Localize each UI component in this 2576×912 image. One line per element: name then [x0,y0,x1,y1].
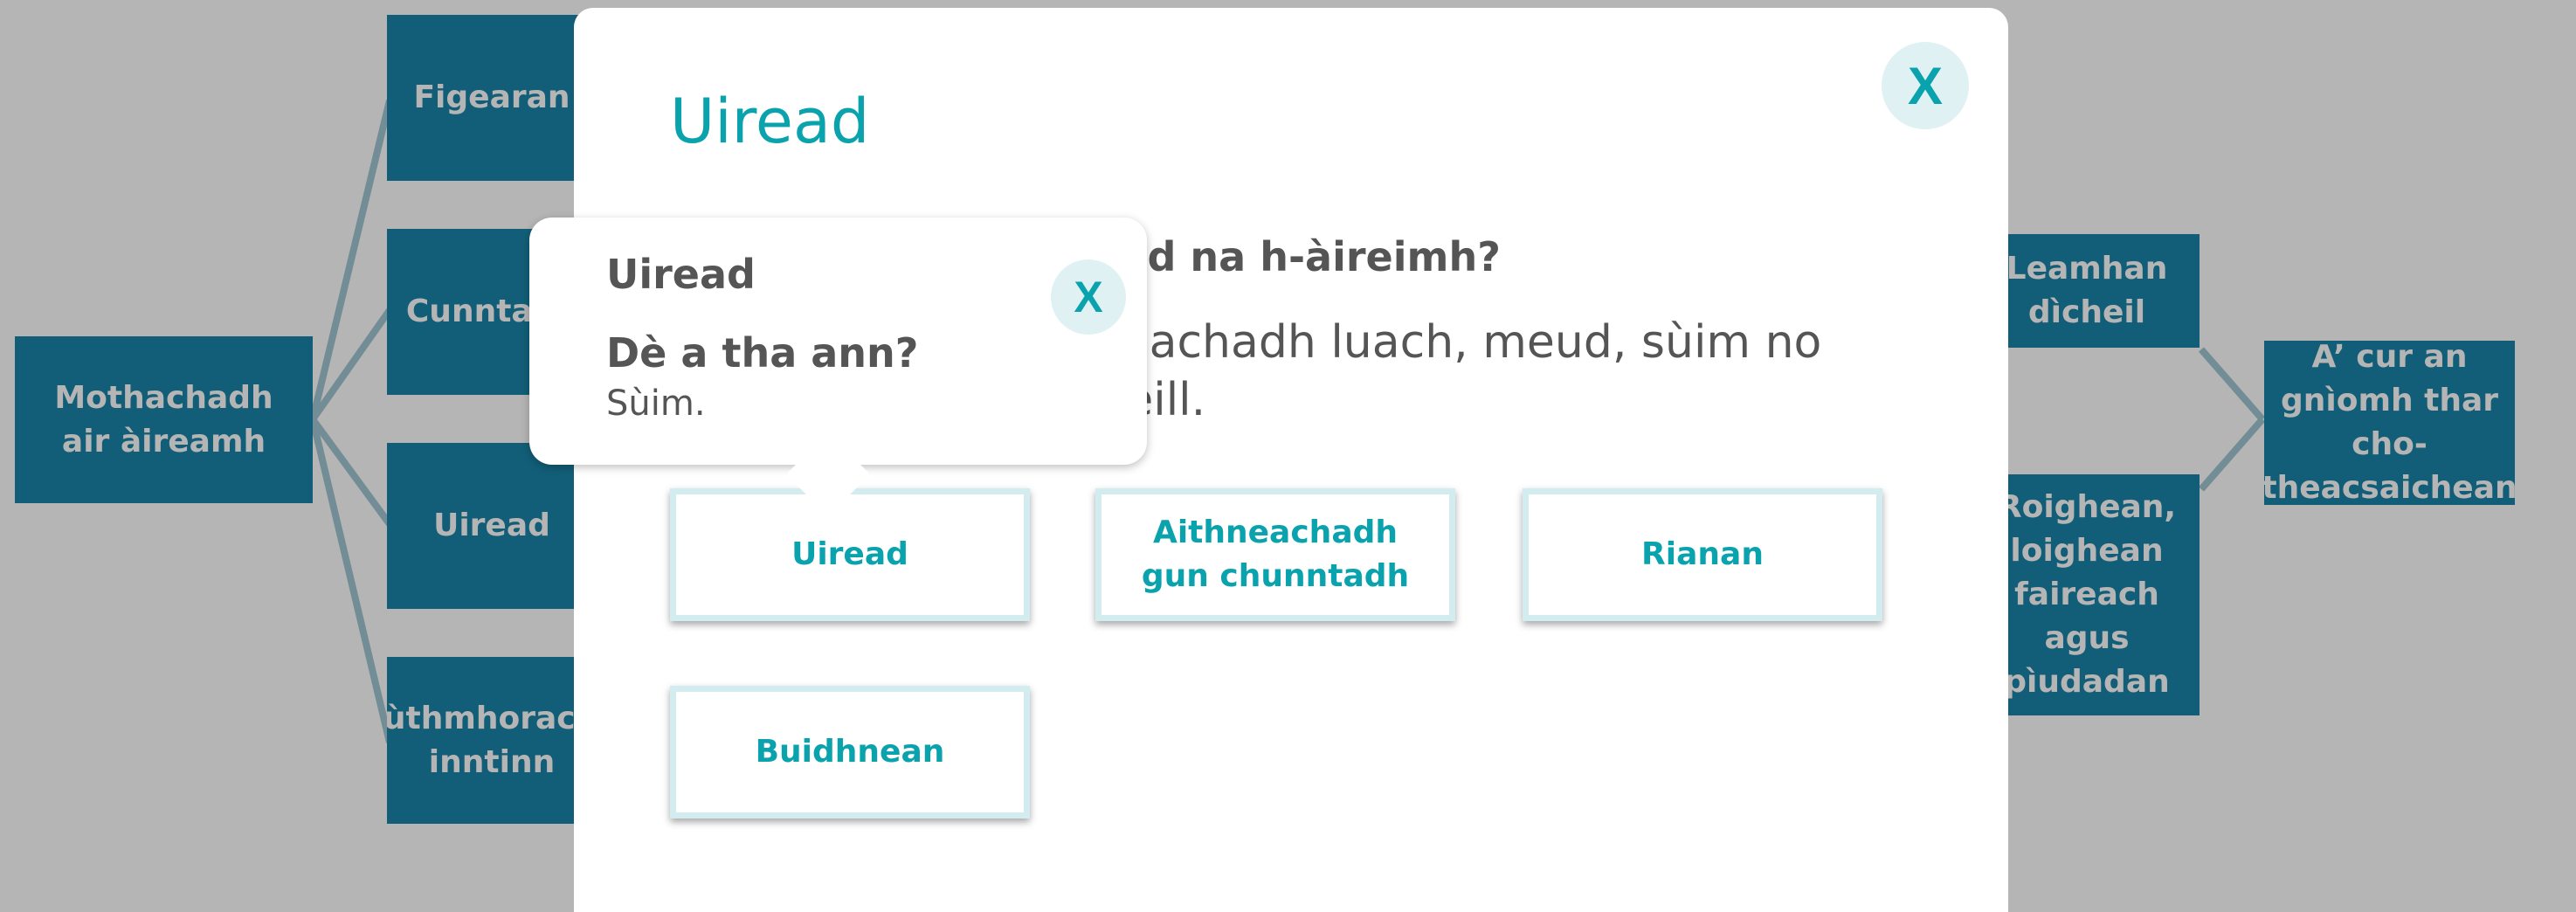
tooltip-title: Uiread [606,251,756,298]
close-icon: X [1907,56,1944,115]
term-button-uiread[interactable]: Uiread [670,488,1030,621]
term-tooltip: Uiread Dè a tha ann? Sùim. X [529,218,1147,517]
tooltip-close-button[interactable]: X [1051,259,1126,335]
modal-title: Uiread [670,86,870,157]
tooltip-answer: Sùim. [606,383,706,424]
term-button-rianan[interactable]: Rianan [1523,488,1882,621]
close-icon: X [1074,273,1103,321]
term-button-aithneachadh[interactable]: Aithneachadh gun chunntadh [1095,488,1455,621]
tooltip-question: Dè a tha ann? [606,329,919,377]
term-button-buidhnean[interactable]: Buidhnean [670,686,1030,819]
modal-close-button[interactable]: X [1882,42,1969,129]
